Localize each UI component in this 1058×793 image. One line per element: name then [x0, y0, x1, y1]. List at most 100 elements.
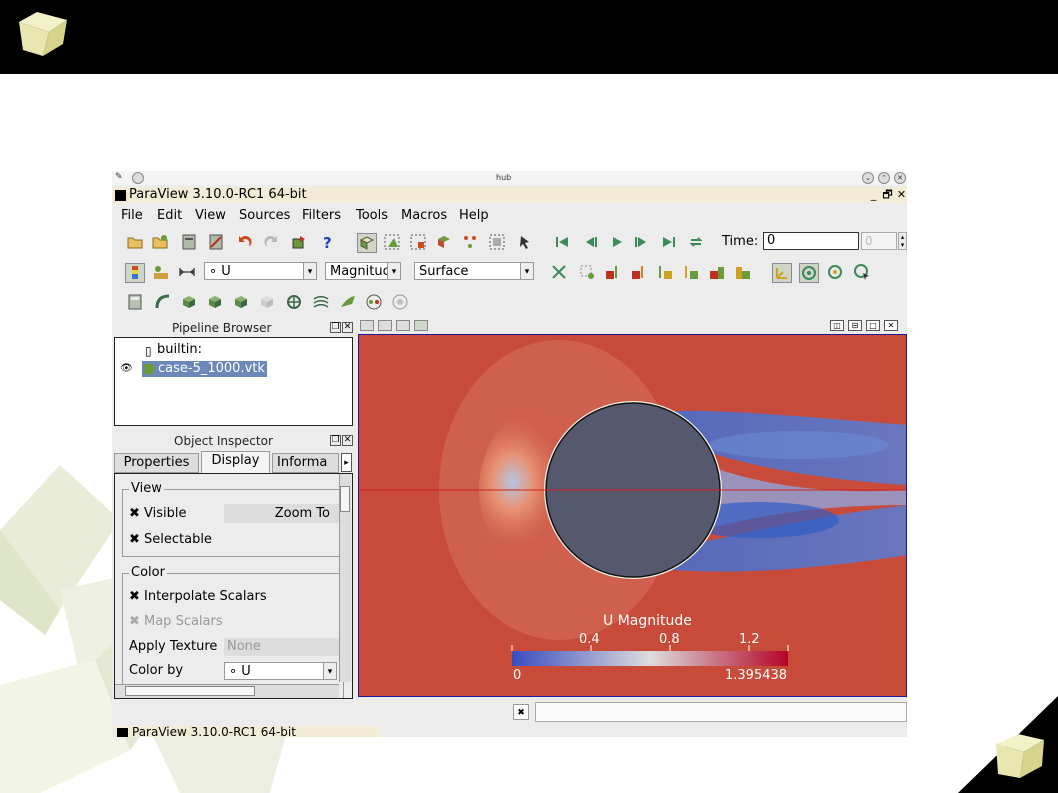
time-input[interactable]: 0	[763, 232, 859, 250]
close-panel-icon[interactable]: ✕	[342, 322, 353, 333]
color-array-select[interactable]: ∘ U ▾	[204, 262, 317, 280]
connect-icon[interactable]	[180, 233, 198, 251]
close-panel-icon[interactable]: ✕	[342, 435, 353, 446]
threshold-icon[interactable]	[232, 293, 250, 311]
layout-icon[interactable]	[414, 320, 428, 331]
eye-icon[interactable]: 👁	[120, 363, 133, 374]
menu-filters[interactable]: Filters	[302, 208, 341, 223]
camera-undo-icon[interactable]	[290, 233, 308, 251]
show-orientation-axes-icon[interactable]	[772, 263, 792, 283]
table-icon[interactable]	[396, 320, 410, 331]
representation-select[interactable]: Surface ▾	[414, 262, 534, 280]
glyph-icon[interactable]	[285, 293, 303, 311]
select-icon[interactable]	[378, 320, 392, 331]
zoom-to-box-icon[interactable]	[383, 233, 401, 251]
calculator-icon[interactable]	[126, 293, 144, 311]
float-panel-icon[interactable]: ❐	[330, 322, 341, 333]
tab-display[interactable]: Display	[201, 451, 270, 473]
checkbox-check-icon[interactable]: ✖	[129, 532, 140, 547]
menu-file[interactable]: File	[121, 208, 143, 223]
render-view[interactable]: U Magnitude 0.4 0.8 1.2 0 1.395438	[358, 334, 907, 697]
menu-view[interactable]: View	[195, 208, 226, 223]
menu-edit[interactable]: Edit	[157, 208, 182, 223]
pick-center-cursor-icon[interactable]	[853, 263, 871, 281]
help-icon[interactable]: ?	[318, 233, 336, 251]
horizontal-scrollbar[interactable]	[115, 684, 339, 698]
memory-icon[interactable]: ✖	[513, 704, 529, 720]
clip-icon[interactable]	[180, 293, 198, 311]
time-step-arrows[interactable]: ▴ ▾	[898, 232, 907, 250]
menu-macros[interactable]: Macros	[401, 208, 447, 223]
select-cells-icon[interactable]	[409, 233, 427, 251]
view-plus-y-icon[interactable]	[656, 263, 674, 281]
extract-subset-icon[interactable]	[258, 293, 276, 311]
last-frame-icon[interactable]	[660, 233, 678, 251]
capture-icon[interactable]	[360, 320, 374, 331]
tab-scroll-right-icon[interactable]: ▸	[341, 453, 352, 472]
pipeline-item-case[interactable]: case-5_1000.vtk	[158, 361, 265, 376]
view-minus-y-icon[interactable]	[682, 263, 700, 281]
menu-help[interactable]: Help	[459, 208, 489, 223]
zoom-to-button[interactable]: Zoom To	[224, 504, 342, 523]
contour-icon[interactable]	[154, 293, 172, 311]
play-icon[interactable]	[608, 233, 626, 251]
wm-circle-icon[interactable]	[132, 172, 144, 184]
first-frame-icon[interactable]	[553, 233, 571, 251]
redo-icon[interactable]	[262, 233, 280, 251]
component-select[interactable]: Magnituc ▾	[325, 262, 401, 280]
select-block-icon[interactable]	[488, 233, 506, 251]
wm-close-icon[interactable]: ✕	[894, 172, 906, 184]
close-button[interactable]: ✕	[896, 189, 907, 201]
extract-level-icon[interactable]	[391, 293, 409, 311]
view-plus-z-icon[interactable]	[708, 263, 726, 281]
rescale-range-icon[interactable]	[178, 263, 196, 281]
color-legend-icon[interactable]	[125, 263, 145, 283]
maximize-view-icon[interactable]: □	[866, 320, 880, 331]
slice-icon[interactable]	[206, 293, 224, 311]
select-points-icon[interactable]	[435, 233, 453, 251]
view-minus-x-icon[interactable]	[630, 263, 648, 281]
float-panel-icon[interactable]: ❐	[330, 435, 341, 446]
warp-vector-icon[interactable]	[339, 293, 357, 311]
apply-texture-select[interactable]: None	[224, 638, 342, 656]
next-frame-icon[interactable]	[633, 233, 651, 251]
reset-axes-icon[interactable]	[550, 263, 568, 281]
scrollbar-thumb[interactable]	[125, 686, 255, 696]
undo-icon[interactable]	[236, 233, 254, 251]
view-plus-x-icon[interactable]	[604, 263, 622, 281]
pipeline-item-builtin[interactable]: builtin:	[157, 342, 202, 357]
interactive-select-icon[interactable]	[516, 233, 534, 251]
taskbar-item[interactable]: ParaView 3.10.0-RC1 64-bit	[115, 725, 380, 737]
select-frustum-icon[interactable]	[461, 233, 479, 251]
disconnect-icon[interactable]	[207, 233, 225, 251]
open-icon[interactable]	[126, 233, 144, 251]
menu-tools[interactable]: Tools	[356, 208, 388, 223]
scrollbar-thumb[interactable]	[340, 486, 350, 512]
reset-camera-icon[interactable]	[357, 233, 377, 253]
view-minus-z-icon[interactable]	[734, 263, 752, 281]
wm-raise-icon[interactable]: ⌃	[878, 172, 890, 184]
group-datasets-icon[interactable]	[365, 293, 383, 311]
edit-color-map-icon[interactable]	[152, 263, 170, 281]
tab-properties[interactable]: Properties	[114, 453, 199, 473]
pick-center-icon[interactable]	[826, 263, 844, 281]
checkbox-check-icon[interactable]: ✖	[129, 589, 140, 604]
previous-frame-icon[interactable]	[581, 233, 599, 251]
rotate-center-icon[interactable]	[799, 263, 819, 283]
checkbox-check-icon[interactable]: ✖	[129, 506, 140, 521]
stream-tracer-icon[interactable]	[312, 293, 330, 311]
show-center-icon[interactable]	[578, 263, 596, 281]
minimize-button[interactable]: _	[868, 189, 879, 201]
vertical-scrollbar[interactable]	[339, 474, 351, 682]
color-by-select[interactable]: ∘ U ▾	[224, 662, 337, 680]
open-recent-icon[interactable]	[151, 233, 169, 251]
time-step-spinbox[interactable]: 0	[861, 232, 897, 250]
restore-button[interactable]: 🗗	[882, 189, 893, 201]
split-horizontal-icon[interactable]: ◫	[830, 320, 844, 331]
close-view-icon[interactable]: ✕	[884, 320, 898, 331]
tab-information[interactable]: Informa	[272, 453, 339, 473]
wm-shade-icon[interactable]: ⌄	[862, 172, 874, 184]
wm-menu-icon[interactable]: ✎	[115, 172, 123, 182]
split-vertical-icon[interactable]: ⊟	[848, 320, 862, 331]
loop-icon[interactable]	[687, 233, 705, 251]
